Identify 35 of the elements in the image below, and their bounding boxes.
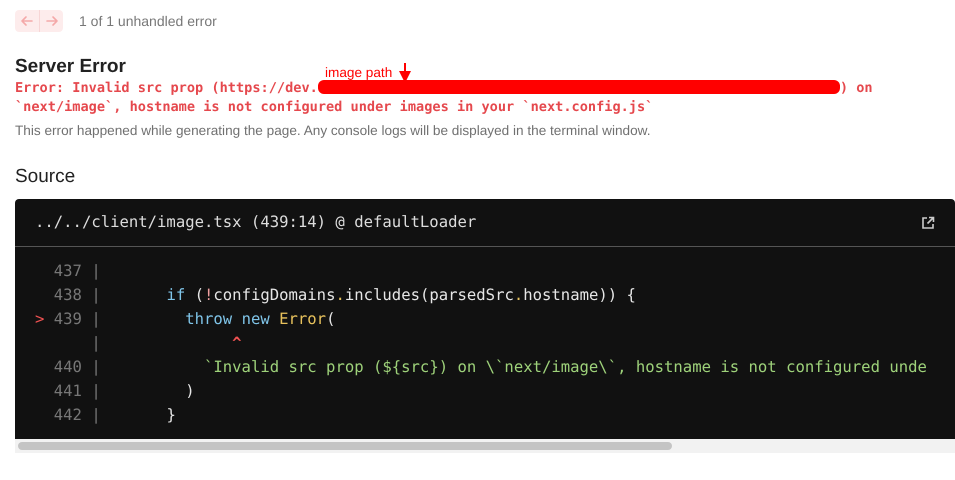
left-arrow-icon bbox=[20, 14, 34, 28]
code-line: ) bbox=[184, 381, 195, 402]
code-line: `Invalid src prop (${src}) on \`next/image\`, hostname is not configured unde bbox=[203, 357, 927, 378]
line-number: 437 bbox=[54, 262, 82, 280]
gutter-pipe: | bbox=[91, 262, 101, 280]
gutter-pipe: | bbox=[91, 310, 101, 328]
gutter-pipe: | bbox=[91, 382, 101, 400]
error-message: `next/image`, hostname is not configured under images in your `next.config.js` bbox=[15, 99, 654, 115]
external-link-icon[interactable] bbox=[921, 216, 935, 230]
line-number: 439 bbox=[54, 310, 82, 328]
error-description: This error happened while generating the page. Any console logs will be displayed in the terminal window. bbox=[15, 122, 652, 140]
down-arrow-icon bbox=[398, 63, 412, 83]
gutter-pipe: | bbox=[91, 334, 101, 352]
error-title: Server Error bbox=[15, 55, 126, 79]
scrollbar-track[interactable] bbox=[15, 439, 955, 454]
line-number: 440 bbox=[54, 358, 82, 376]
error-counter: 1 of 1 unhandled error bbox=[79, 12, 217, 30]
right-arrow-icon bbox=[44, 14, 58, 28]
file-location: ../../client/image.tsx (439:14) @ defaultLoader bbox=[35, 212, 476, 234]
section-heading: Source bbox=[15, 165, 76, 190]
line-number: 438 bbox=[54, 286, 82, 304]
error-message: Error: Invalid src prop (https://dev. bbox=[15, 80, 318, 96]
scrollbar-thumb[interactable] bbox=[18, 442, 672, 450]
gutter-pipe: | bbox=[91, 406, 101, 424]
gutter-pipe: | bbox=[91, 358, 101, 376]
annotation-label: image path bbox=[325, 64, 392, 82]
error-message: ) on bbox=[840, 80, 873, 96]
line-number: 442 bbox=[54, 406, 82, 424]
code-line: throw new Error( bbox=[184, 309, 336, 330]
line-number: 441 bbox=[54, 382, 82, 400]
code-line: if (!configDomains.includes(parsedSrc.hostname)) { bbox=[165, 285, 636, 306]
code-line: } bbox=[165, 405, 176, 426]
current-line-marker: > bbox=[35, 310, 44, 328]
code-line: ^ bbox=[231, 333, 242, 354]
gutter-pipe: | bbox=[91, 286, 101, 304]
